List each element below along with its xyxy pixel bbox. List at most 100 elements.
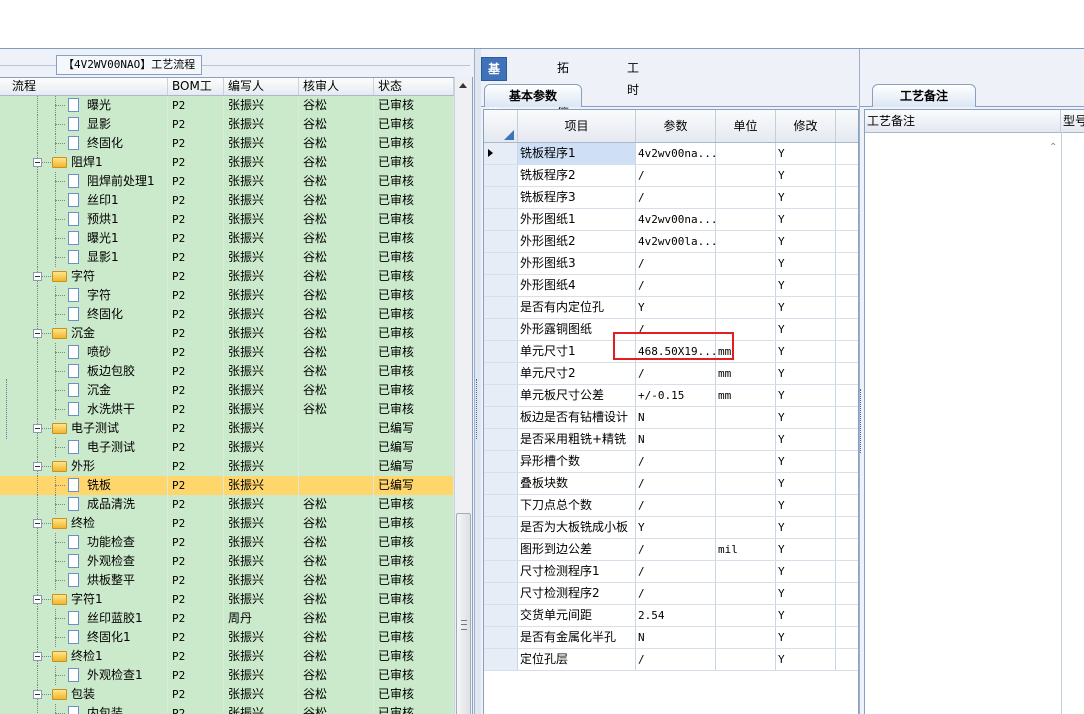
row-indicator[interactable] [484, 517, 518, 538]
param-edit-cell[interactable]: Y [776, 407, 836, 428]
param-edit-cell[interactable]: Y [776, 385, 836, 406]
row-indicator[interactable] [484, 187, 518, 208]
row-indicator[interactable] [484, 407, 518, 428]
param-row[interactable]: 是否有金属化半孔 N Y [484, 627, 858, 649]
param-value-cell[interactable]: / [636, 473, 716, 494]
param-item-cell[interactable]: 尺寸检测程序1 [518, 561, 636, 582]
param-value-cell[interactable]: / [636, 583, 716, 604]
tree-scrollbar[interactable] [454, 77, 472, 714]
param-item-cell[interactable]: 异形槽个数 [518, 451, 636, 472]
param-value-cell[interactable]: / [636, 363, 716, 384]
param-value-cell[interactable]: N [636, 407, 716, 428]
tree-row[interactable]: 外形 P2 张振兴 已编写 [0, 457, 454, 476]
param-unit-cell[interactable]: mil [716, 539, 776, 560]
tree-row[interactable]: 沉金 P2 张振兴 谷松 已审核 [0, 324, 454, 343]
param-unit-cell[interactable] [716, 583, 776, 604]
tab-work-hours[interactable]: 工时 [621, 57, 645, 97]
row-indicator[interactable] [484, 209, 518, 230]
param-unit-cell[interactable] [716, 429, 776, 450]
param-unit-cell[interactable] [716, 187, 776, 208]
param-edit-cell[interactable]: Y [776, 583, 836, 604]
collapse-toggle-icon[interactable] [33, 652, 42, 661]
param-unit-cell[interactable] [716, 495, 776, 516]
select-all-corner-icon[interactable] [504, 130, 514, 140]
param-unit-cell[interactable] [716, 253, 776, 274]
tree-row[interactable]: 阻焊1 P2 张振兴 谷松 已审核 [0, 153, 454, 172]
process-tree-grid[interactable]: 流程 BOM工厂 编写人 核审人 状态 曝光P2张振兴谷松已审核显影P2张振兴谷… [0, 77, 473, 714]
param-value-cell[interactable]: / [636, 451, 716, 472]
row-indicator[interactable] [484, 143, 518, 164]
param-value-cell[interactable]: N [636, 429, 716, 450]
param-item-cell[interactable]: 尺寸检测程序2 [518, 583, 636, 604]
param-item-cell[interactable]: 单元尺寸2 [518, 363, 636, 384]
param-unit-cell[interactable] [716, 451, 776, 472]
collapse-toggle-icon[interactable] [33, 462, 42, 471]
param-row[interactable]: 下刀点总个数 / Y [484, 495, 858, 517]
param-item-cell[interactable]: 叠板块数 [518, 473, 636, 494]
param-item-cell[interactable]: 下刀点总个数 [518, 495, 636, 516]
tree-row[interactable]: 电子测试 P2 张振兴 已编写 [0, 419, 454, 438]
param-unit-cell[interactable] [716, 165, 776, 186]
param-edit-cell[interactable]: Y [776, 561, 836, 582]
tree-row[interactable]: 喷砂 P2 张振兴 谷松 已审核 [0, 343, 454, 362]
param-unit-cell[interactable] [716, 209, 776, 230]
param-unit-cell[interactable] [716, 275, 776, 296]
param-value-cell[interactable]: / [636, 649, 716, 670]
param-edit-cell[interactable]: Y [776, 231, 836, 252]
tree-row[interactable]: 成品清洗 P2 张振兴 谷松 已审核 [0, 495, 454, 514]
param-value-cell[interactable]: 2.54 [636, 605, 716, 626]
remarks-grid[interactable]: 工艺备注 型号 ⌃ [864, 109, 1084, 714]
tree-row[interactable]: 外观检查1 P2 张振兴 谷松 已审核 [0, 666, 454, 685]
tree-row[interactable]: 铣板 P2 张振兴 已编写 [0, 476, 454, 495]
remarks-scroll-up-icon[interactable]: ⌃ [1049, 142, 1057, 153]
collapse-toggle-icon[interactable] [33, 329, 42, 338]
param-row[interactable]: 外形图纸4/ Y [484, 275, 858, 297]
param-value-cell[interactable]: Y [636, 297, 716, 318]
tree-row[interactable]: 显影1 P2 张振兴 谷松 已审核 [0, 248, 454, 267]
param-value-cell[interactable]: / [636, 165, 716, 186]
param-edit-cell[interactable]: Y [776, 649, 836, 670]
row-indicator[interactable] [484, 473, 518, 494]
param-unit-cell[interactable] [716, 231, 776, 252]
param-edit-cell[interactable]: Y [776, 275, 836, 296]
param-edit-cell[interactable]: Y [776, 539, 836, 560]
param-row[interactable]: 外形图纸2 4v2wv00la... Y [484, 231, 858, 253]
header-status[interactable]: 状态 [374, 78, 454, 95]
header-writer[interactable]: 编写人 [224, 78, 299, 95]
param-edit-cell[interactable]: Y [776, 341, 836, 362]
collapse-toggle-icon[interactable] [33, 424, 42, 433]
parameters-grid[interactable]: 项目 参数 单位 修改 铣板程序1 4v2wv00na... Y 铣板程序2/Y 铣板程… [483, 109, 859, 714]
header-process[interactable]: 流程 [0, 78, 168, 95]
param-unit-cell[interactable] [716, 649, 776, 670]
tree-row[interactable]: 阻焊前处理1 P2 张振兴 谷松 已审核 [0, 172, 454, 191]
param-row[interactable]: 铣板程序1 4v2wv00na... Y [484, 143, 858, 165]
param-item-cell[interactable]: 图形到边公差 [518, 539, 636, 560]
param-edit-cell[interactable]: Y [776, 253, 836, 274]
param-row[interactable]: 尺寸检测程序2/ Y [484, 583, 858, 605]
param-edit-cell[interactable]: Y [776, 517, 836, 538]
row-indicator[interactable] [484, 165, 518, 186]
tree-row[interactable]: 包装 P2 张振兴 谷松 已审核 [0, 685, 454, 704]
row-indicator[interactable] [484, 605, 518, 626]
row-indicator[interactable] [484, 385, 518, 406]
tab-basic-info[interactable]: 基本信息 [481, 57, 508, 142]
row-indicator[interactable] [484, 451, 518, 472]
param-unit-cell[interactable]: mm [716, 363, 776, 384]
header-edit[interactable]: 修改 [776, 110, 836, 142]
collapse-toggle-icon[interactable] [33, 690, 42, 699]
param-value-cell[interactable]: +/-0.15 [636, 385, 716, 406]
row-indicator[interactable] [484, 319, 518, 340]
param-row[interactable]: 异形槽个数 / Y [484, 451, 858, 473]
row-indicator[interactable] [484, 253, 518, 274]
row-indicator[interactable] [484, 363, 518, 384]
param-value-cell[interactable]: Y [636, 517, 716, 538]
param-edit-cell[interactable]: Y [776, 209, 836, 230]
row-indicator[interactable] [484, 561, 518, 582]
header-model[interactable]: 型号 [1061, 110, 1084, 132]
param-item-cell[interactable]: 外形图纸4 [518, 275, 636, 296]
param-row[interactable]: 尺寸检测程序1/ Y [484, 561, 858, 583]
param-unit-cell[interactable]: mm [716, 385, 776, 406]
collapse-toggle-icon[interactable] [33, 595, 42, 604]
tree-row[interactable]: 终检 P2 张振兴 谷松 已审核 [0, 514, 454, 533]
tree-row[interactable]: 终固化 P2 张振兴 谷松 已审核 [0, 134, 454, 153]
